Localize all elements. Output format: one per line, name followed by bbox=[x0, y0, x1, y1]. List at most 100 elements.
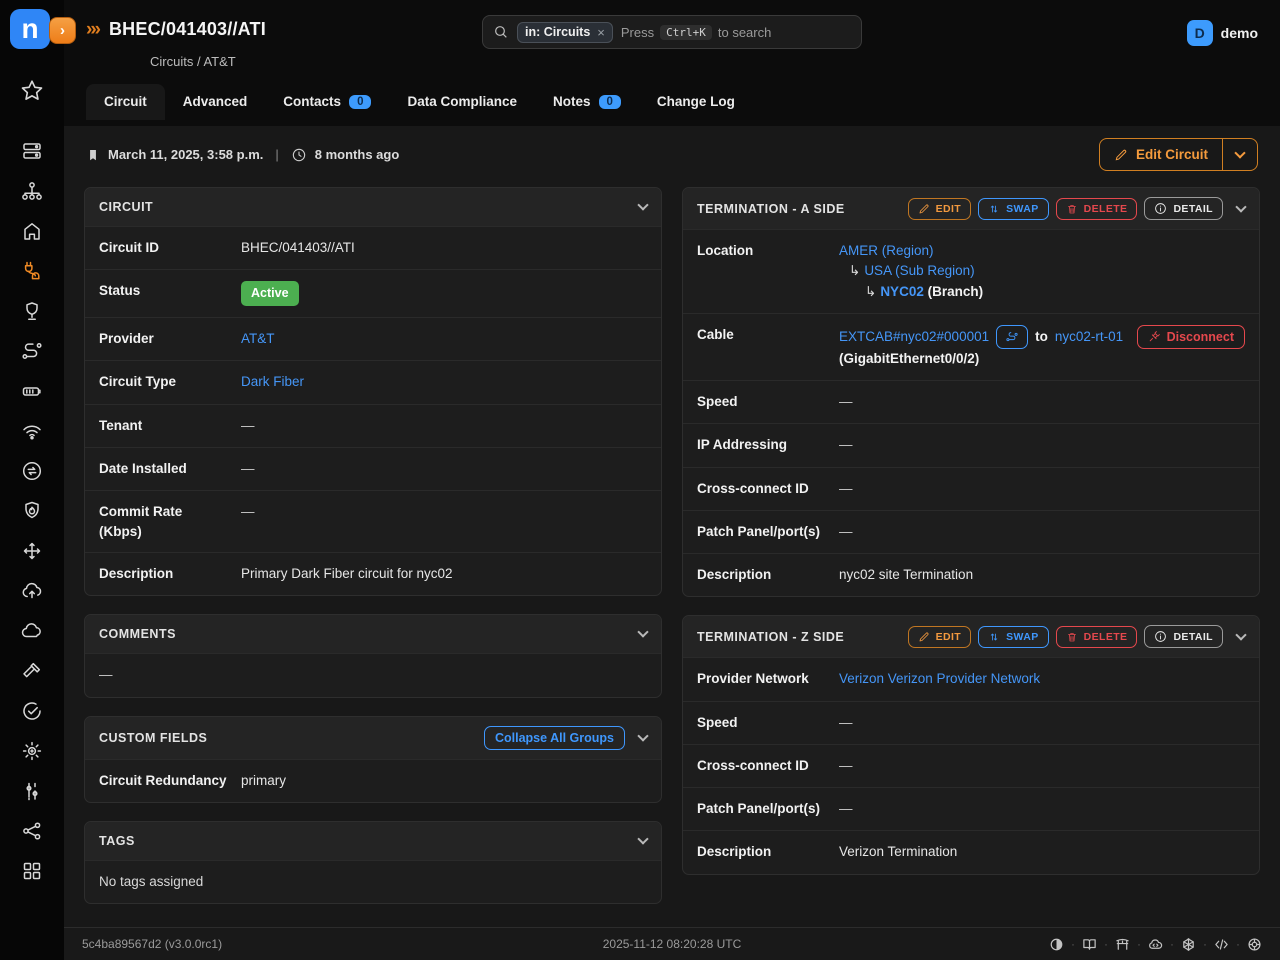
custom-fields-panel-collapse-icon[interactable] bbox=[637, 730, 648, 741]
tab-advanced-label: Advanced bbox=[183, 94, 248, 109]
disconnect-button[interactable]: Disconnect bbox=[1137, 325, 1245, 349]
footer-version: 5c4ba89567d2 (v3.0.0rc1) bbox=[82, 937, 222, 951]
sync-arrows-icon[interactable] bbox=[19, 458, 45, 484]
termination-a-title: TERMINATION - A SIDE bbox=[697, 202, 901, 216]
nautobot-logo[interactable]: n bbox=[10, 9, 50, 49]
trace-path-icon bbox=[1004, 330, 1020, 344]
collapse-all-groups-button[interactable]: Collapse All Groups bbox=[484, 726, 625, 750]
collapse-all-groups-label: Collapse All Groups bbox=[495, 731, 614, 745]
table-row: Location AMER (Region) ↳USA (Sub Region)… bbox=[683, 229, 1259, 313]
table-row: StatusActive bbox=[85, 269, 661, 317]
table-row: Circuit TypeDark Fiber bbox=[85, 360, 661, 403]
tree-arrow-icon: ↳ bbox=[849, 263, 860, 278]
tab-circuit[interactable]: Circuit bbox=[86, 84, 165, 120]
cloud-upload-icon[interactable] bbox=[19, 578, 45, 604]
termination-a-swap-button[interactable]: SWAP bbox=[978, 198, 1049, 220]
bookmark-icon bbox=[86, 148, 100, 162]
theme-toggle-icon[interactable] bbox=[1049, 937, 1064, 952]
cloud-code-icon[interactable] bbox=[1148, 937, 1163, 952]
timestamp-separator: | bbox=[271, 147, 282, 162]
comments-panel-collapse-icon[interactable] bbox=[637, 627, 648, 638]
move-arrows-icon[interactable] bbox=[19, 538, 45, 564]
circuit-panel-collapse-icon[interactable] bbox=[637, 199, 648, 210]
power-battery-icon[interactable] bbox=[19, 378, 45, 404]
security-shield-icon[interactable] bbox=[19, 298, 45, 324]
search-press-text: Press bbox=[621, 25, 654, 40]
termination-z-detail-button[interactable]: DETAIL bbox=[1144, 625, 1223, 648]
settings-gear-icon[interactable] bbox=[19, 738, 45, 764]
edit-circuit-split-button: Edit Circuit bbox=[1099, 138, 1258, 171]
device-racks-icon[interactable] bbox=[19, 138, 45, 164]
sidebar-expand-button[interactable]: › bbox=[49, 17, 76, 44]
docs-book-icon[interactable] bbox=[1082, 937, 1097, 952]
table-row: IP Addressing— bbox=[683, 423, 1259, 466]
termination-a-collapse-icon[interactable] bbox=[1235, 201, 1246, 212]
tab-data-compliance[interactable]: Data Compliance bbox=[389, 84, 535, 120]
circuit-type-link[interactable]: Dark Fiber bbox=[241, 374, 304, 389]
support-lifebuoy-icon[interactable] bbox=[1247, 937, 1262, 952]
cloud-icon[interactable] bbox=[19, 618, 45, 644]
secrets-shield-flame-icon[interactable] bbox=[19, 498, 45, 524]
api-gate-icon[interactable] bbox=[1115, 937, 1130, 952]
termination-z-collapse-icon[interactable] bbox=[1235, 629, 1246, 640]
tab-change-log[interactable]: Change Log bbox=[639, 84, 753, 120]
cable-link[interactable]: EXTCAB#nyc02#000001 bbox=[839, 327, 989, 347]
termination-z-delete-button[interactable]: DELETE bbox=[1056, 626, 1138, 648]
breadcrumb[interactable]: Circuits / AT&T bbox=[150, 54, 236, 69]
edit-circuit-label: Edit Circuit bbox=[1136, 147, 1208, 162]
tab-advanced[interactable]: Advanced bbox=[165, 84, 266, 120]
tab-notes[interactable]: Notes0 bbox=[535, 84, 639, 120]
status-badge[interactable]: Active bbox=[241, 281, 299, 306]
edit-circuit-button[interactable]: Edit Circuit bbox=[1100, 139, 1222, 170]
provider-network-link[interactable]: Verizon Verizon Provider Network bbox=[839, 671, 1040, 686]
apps-grid-icon[interactable] bbox=[19, 858, 45, 884]
table-row: DescriptionPrimary Dark Fiber circuit fo… bbox=[85, 552, 661, 595]
favorites-star-icon[interactable] bbox=[19, 78, 45, 104]
provider-link[interactable]: AT&T bbox=[241, 331, 275, 346]
table-row: Tenant— bbox=[85, 404, 661, 447]
jobs-hammer-icon[interactable] bbox=[19, 658, 45, 684]
search-filter-chip[interactable]: in: Circuits × bbox=[517, 22, 613, 43]
circuit-panel-title: CIRCUIT bbox=[99, 200, 625, 214]
termination-z-edit-button[interactable]: EDIT bbox=[908, 626, 972, 648]
search-filter-chip-label: in: Circuits bbox=[525, 25, 590, 39]
location-subregion-link[interactable]: USA (Sub Region) bbox=[864, 263, 974, 278]
circuit-redundancy-value: primary bbox=[241, 771, 647, 791]
route-path-icon[interactable] bbox=[19, 338, 45, 364]
tab-contacts[interactable]: Contacts0 bbox=[265, 84, 389, 120]
graphql-icon[interactable] bbox=[1181, 937, 1196, 952]
integrations-share-icon[interactable] bbox=[19, 818, 45, 844]
cable-trace-button[interactable] bbox=[996, 325, 1028, 349]
breadcrumb-chevrons-icon: ››› bbox=[86, 19, 99, 41]
code-brackets-icon[interactable] bbox=[1214, 937, 1229, 952]
circuits-plug-icon[interactable] bbox=[19, 258, 45, 284]
global-search-input[interactable]: in: Circuits × Press Ctrl+K to search bbox=[482, 15, 862, 49]
approvals-check-icon[interactable] bbox=[19, 698, 45, 724]
termination-a-edit-button[interactable]: EDIT bbox=[908, 198, 972, 220]
tags-panel: TAGS No tags assigned bbox=[84, 821, 662, 904]
circuit-id-value: BHEC/041403//ATI bbox=[241, 238, 647, 258]
wireless-wifi-icon[interactable] bbox=[19, 418, 45, 444]
filters-sliders-icon[interactable] bbox=[19, 778, 45, 804]
date-installed-value: — bbox=[241, 459, 647, 479]
user-menu[interactable]: D demo bbox=[1187, 20, 1258, 46]
organization-tree-icon[interactable] bbox=[19, 178, 45, 204]
termination-z-swap-button[interactable]: SWAP bbox=[978, 626, 1049, 648]
table-row: ProviderAT&T bbox=[85, 317, 661, 360]
chevron-down-icon bbox=[1234, 147, 1245, 158]
page-title: BHEC/041403//ATI bbox=[109, 19, 266, 40]
cable-device-link[interactable]: nyc02-rt-01 bbox=[1055, 327, 1123, 347]
location-region-link[interactable]: AMER (Region) bbox=[839, 243, 934, 258]
edit-circuit-dropdown[interactable] bbox=[1222, 139, 1257, 170]
tags-panel-collapse-icon[interactable] bbox=[637, 833, 648, 844]
table-row: Circuit IDBHEC/041403//ATI bbox=[85, 226, 661, 269]
termination-a-detail-button[interactable]: DETAIL bbox=[1144, 197, 1223, 220]
location-branch-link[interactable]: NYC02 bbox=[880, 284, 924, 299]
location-building-icon[interactable] bbox=[19, 218, 45, 244]
expander-chevron-icon: › bbox=[60, 22, 65, 39]
table-row: Date Installed— bbox=[85, 447, 661, 490]
termination-a-delete-button[interactable]: DELETE bbox=[1056, 198, 1138, 220]
user-name: demo bbox=[1221, 25, 1258, 41]
custom-fields-panel-title: CUSTOM FIELDS bbox=[99, 731, 477, 745]
chip-close-icon[interactable]: × bbox=[597, 25, 605, 40]
